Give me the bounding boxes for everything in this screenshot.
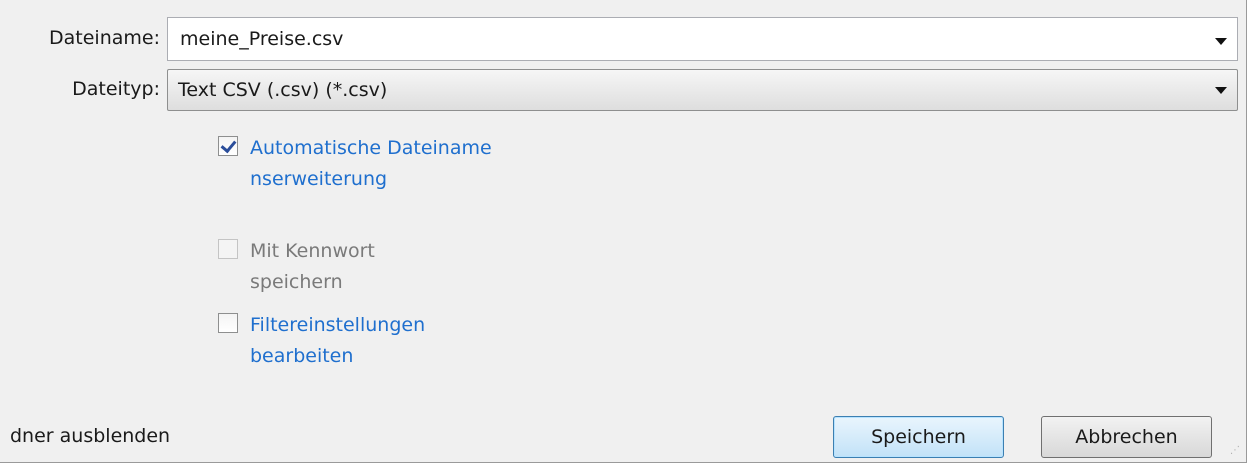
filename-label: Dateiname: (49, 27, 160, 49)
window-edge-bottom (0, 463, 1247, 475)
auto-extension-label[interactable]: Automatische Dateinamenserweiterung (250, 133, 495, 195)
save-with-password-label: Mit Kennwort speichern (250, 240, 375, 293)
edit-filter-settings-checkbox[interactable] (218, 313, 238, 333)
edit-filter-settings-label[interactable]: Filtereinstellungen bearbeiten (250, 310, 470, 372)
filetype-select[interactable]: Text CSV (.csv) (*.csv) (167, 69, 1238, 111)
auto-extension-checkbox[interactable] (218, 136, 238, 156)
chevron-down-icon[interactable] (1215, 87, 1227, 94)
hide-folders-toggle[interactable]: dner ausblenden (10, 425, 170, 447)
filename-combobox[interactable]: meine_Preise.csv (167, 17, 1238, 61)
filename-input[interactable]: meine_Preise.csv (180, 28, 343, 50)
window-edge-right (1247, 0, 1257, 475)
cancel-button[interactable]: Abbrechen (1041, 416, 1212, 458)
resize-grip-icon[interactable]: ⋰ (1230, 446, 1242, 460)
save-dialog: Dateiname: meine_Preise.csv Dateityp: Te… (0, 0, 1247, 463)
chevron-down-icon[interactable] (1215, 38, 1227, 45)
save-button[interactable]: Speichern (833, 416, 1004, 458)
filetype-label: Dateityp: (72, 78, 160, 100)
filetype-selected-value: Text CSV (.csv) (*.csv) (178, 79, 388, 101)
save-with-password-checkbox (218, 239, 238, 259)
